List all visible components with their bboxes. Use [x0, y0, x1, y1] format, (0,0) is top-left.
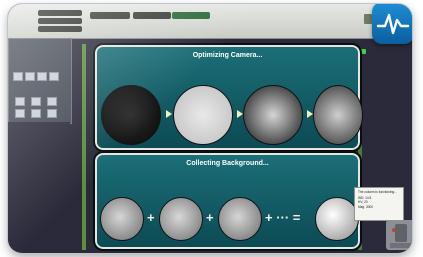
- dropdown-c[interactable]: [172, 12, 210, 19]
- camera-frame-2: [173, 85, 233, 145]
- left-lower-area: [8, 122, 70, 250]
- left-panel: [8, 38, 72, 124]
- camera-frame-4: [313, 85, 363, 145]
- nav-icon-3[interactable]: [37, 72, 47, 81]
- optimizing-camera-title: Optimizing Camera...: [192, 52, 263, 59]
- tool-icon-4[interactable]: [15, 109, 25, 118]
- tooltip-line-1: The column is functioning...: [358, 190, 397, 194]
- tool-icon-2[interactable]: [31, 97, 41, 106]
- toolbar-row-button-1[interactable]: [38, 10, 82, 16]
- nav-icon-4[interactable]: [49, 72, 59, 81]
- waveform-icon: [376, 13, 410, 35]
- background-frame-3: [218, 197, 262, 241]
- tool-icon-3[interactable]: [47, 97, 57, 106]
- plus-operator-1: +: [147, 210, 155, 225]
- tooltip-line-4: Mag: 3000: [358, 204, 374, 209]
- toolbar: [8, 4, 412, 39]
- optimizing-camera-panel: Optimizing Camera...: [93, 43, 363, 152]
- collecting-background-title: Collecting Background...: [186, 160, 269, 167]
- tool-icon-5[interactable]: [31, 109, 41, 118]
- camera-frame-1: [101, 85, 161, 145]
- plus-operator-2: +: [206, 210, 214, 225]
- app-logo: [372, 4, 412, 44]
- toolbar-row-button-2[interactable]: [38, 18, 82, 24]
- background-average-frame: [315, 197, 359, 241]
- camera-frame-3: [243, 85, 303, 145]
- background-frame-1: [100, 197, 144, 241]
- collecting-background-panel: Collecting Background... + + + ··· =: [93, 151, 362, 251]
- tool-icon-6[interactable]: [47, 109, 57, 118]
- dropdown-b[interactable]: [133, 12, 171, 19]
- tool-icon-1[interactable]: [15, 97, 25, 106]
- chart-icon[interactable]: [364, 14, 372, 24]
- nav-icon-2[interactable]: [25, 72, 35, 81]
- ellipsis-operator: + ··· =: [265, 210, 301, 225]
- app-window: Optimizing Camera... Collecting Backgrou…: [8, 4, 412, 253]
- left-status-strip: [82, 44, 86, 250]
- dropdown-a[interactable]: [90, 12, 130, 19]
- arrow-icon-1: [166, 110, 172, 118]
- background-frame-2: [159, 197, 203, 241]
- microscope-device-image: [386, 220, 412, 250]
- status-tooltip: The column is functioning... WD: 14.5 HV…: [354, 187, 404, 221]
- nav-icon-1[interactable]: [13, 72, 23, 81]
- toolbar-row-button-3[interactable]: [38, 26, 82, 32]
